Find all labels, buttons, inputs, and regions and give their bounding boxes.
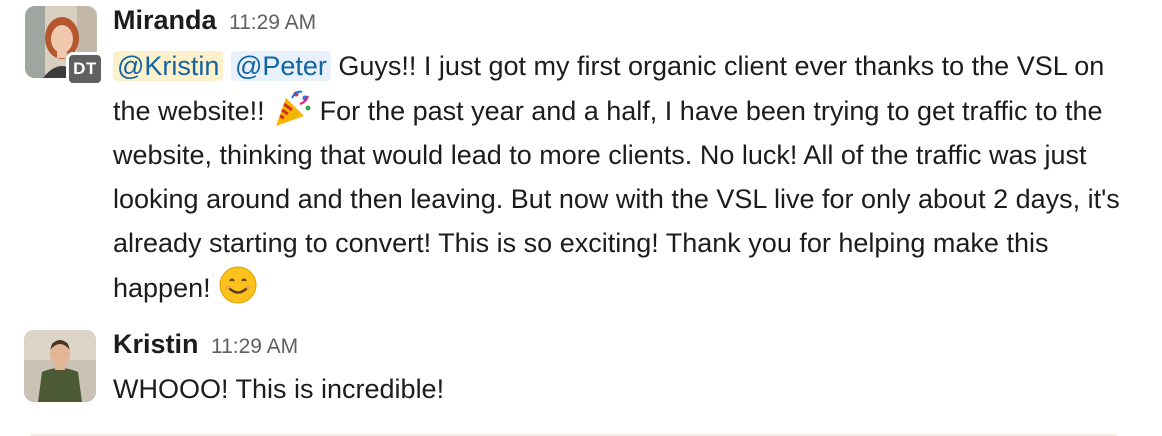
mention-kristin[interactable]: @Kristin xyxy=(113,51,224,81)
author-name[interactable]: Miranda xyxy=(113,5,217,35)
message-body: @Kristin @Peter Guys!! I just got my fir… xyxy=(113,44,1123,310)
avatar-kristin-image xyxy=(24,330,96,402)
message-body-2: WHOOO! This is incredible! xyxy=(113,374,445,404)
message-header: Miranda 11:29 AM xyxy=(113,5,316,36)
message-miranda: DT Miranda 11:29 AM @Kristin @Peter Guys… xyxy=(0,0,1162,310)
smiling-face-icon xyxy=(219,266,257,304)
author-name-2[interactable]: Kristin xyxy=(113,329,199,359)
mention-peter[interactable]: @Peter xyxy=(230,51,331,81)
status-badge-dt: DT xyxy=(66,52,104,86)
message-text-part2: For the past year and a half, I have bee… xyxy=(113,96,1120,303)
party-popper-icon xyxy=(276,90,311,126)
timestamp-2[interactable]: 11:29 AM xyxy=(211,335,298,358)
avatar-kristin[interactable] xyxy=(24,330,96,402)
message-header-2: Kristin 11:29 AM xyxy=(113,329,298,360)
timestamp[interactable]: 11:29 AM xyxy=(229,11,316,34)
